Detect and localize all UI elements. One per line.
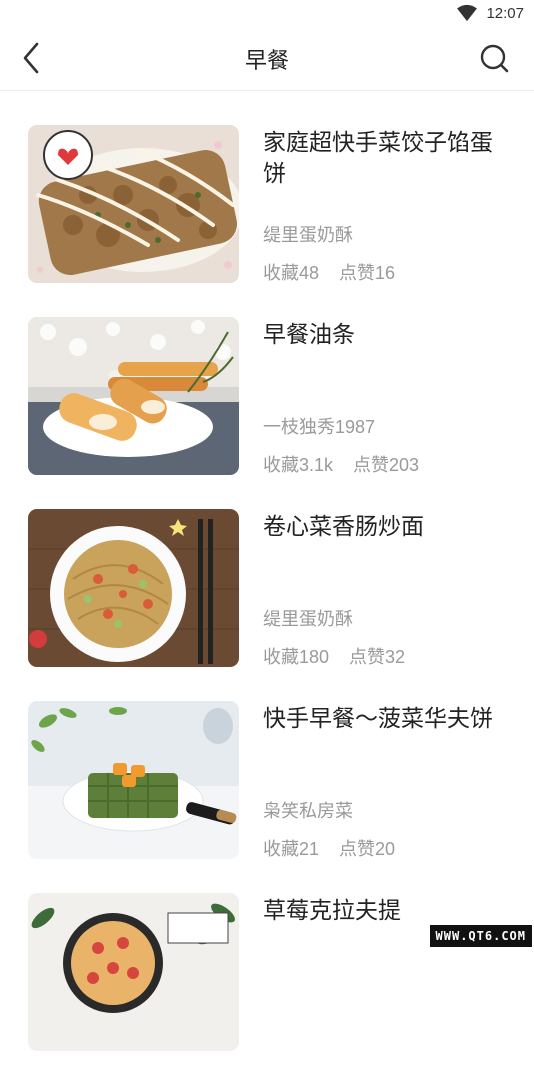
favorites-count: 收藏48 <box>263 263 320 283</box>
status-bar: 12:07 <box>0 0 534 28</box>
likes-count: 点赞20 <box>339 839 396 859</box>
recipe-card[interactable]: 快手早餐～菠菜华夫饼 枭笑私房菜 收藏21 点赞20 <box>0 701 534 893</box>
fried-noodles-image <box>28 509 239 667</box>
likes-count: 点赞203 <box>353 455 420 475</box>
recipe-card[interactable]: 草莓克拉夫提 <box>0 893 534 1085</box>
strawberry-clafoutis-image <box>28 893 239 1051</box>
recipe-card[interactable]: 家庭超快手菜饺子馅蛋饼 缇里蛋奶酥 收藏48 点赞16 <box>0 125 534 317</box>
recipe-thumbnail[interactable] <box>28 509 239 667</box>
likes-count: 点赞32 <box>349 647 406 667</box>
fried-dough-image <box>28 317 239 475</box>
favorites-count: 收藏180 <box>263 647 330 667</box>
page-title: 早餐 <box>244 48 289 73</box>
recipe-card[interactable]: 卷心菜香肠炒面 缇里蛋奶酥 收藏180 点赞32 <box>0 509 534 701</box>
recipe-author: 缇里蛋奶酥 <box>263 225 353 245</box>
search-icon <box>480 44 509 73</box>
recipe-author: 枭笑私房菜 <box>263 801 353 821</box>
recipe-title[interactable]: 卷心菜香肠炒面 <box>263 511 506 542</box>
favorites-count: 收藏21 <box>263 839 320 859</box>
watermark-badge: WWW.QT6.COM <box>429 925 532 947</box>
recipe-thumbnail[interactable] <box>28 701 239 859</box>
egg-pancake-image <box>28 125 239 283</box>
likes-count: 点赞16 <box>339 263 396 283</box>
recipe-card[interactable]: 早餐油条 一枝独秀1987 收藏3.1k 点赞203 <box>0 317 534 509</box>
recipe-title[interactable]: 早餐油条 <box>263 319 506 350</box>
favorites-count: 收藏3.1k <box>263 455 334 475</box>
spinach-waffle-image <box>28 701 239 859</box>
recipe-title[interactable]: 草莓克拉夫提 <box>263 895 506 926</box>
search-button[interactable] <box>476 40 512 76</box>
recipe-title[interactable]: 家庭超快手菜饺子馅蛋饼 <box>263 127 506 189</box>
recipe-thumbnail[interactable] <box>28 125 239 283</box>
nav-bar: 早餐 <box>0 28 534 91</box>
wifi-icon <box>457 4 478 22</box>
recipe-thumbnail[interactable] <box>28 893 239 1051</box>
recipe-author: 一枝独秀1987 <box>263 417 376 437</box>
recipe-title[interactable]: 快手早餐～菠菜华夫饼 <box>263 703 506 734</box>
status-time: 12:07 <box>486 4 524 22</box>
recipe-author: 缇里蛋奶酥 <box>263 609 353 629</box>
recipe-thumbnail[interactable] <box>28 317 239 475</box>
